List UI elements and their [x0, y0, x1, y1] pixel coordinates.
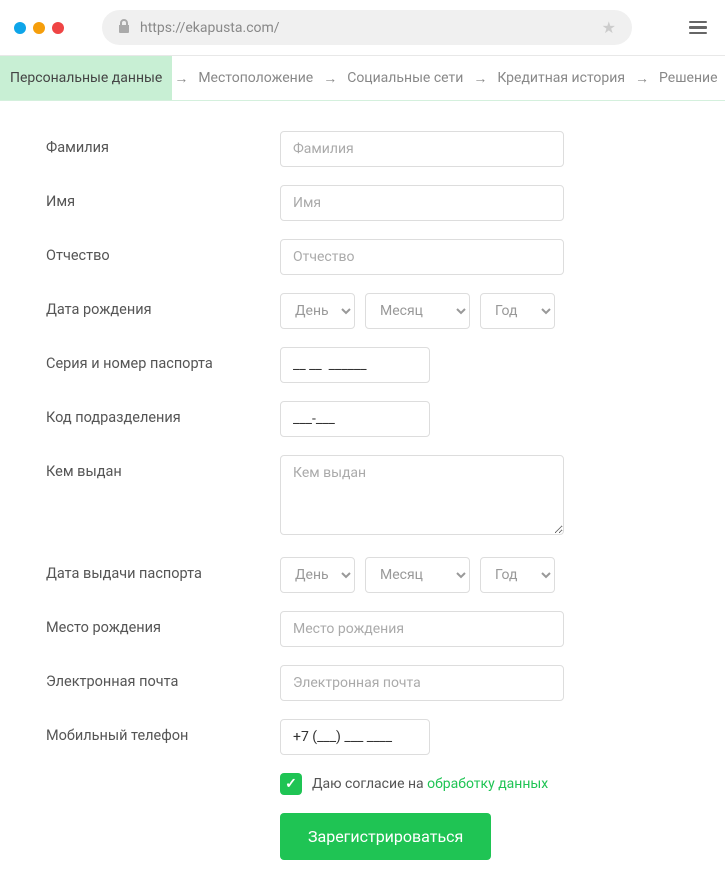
surname-label: Фамилия	[46, 131, 280, 156]
patronymic-input[interactable]	[280, 239, 564, 275]
step-credit-history[interactable]: Кредитная история	[489, 56, 633, 100]
surname-input[interactable]	[280, 131, 564, 167]
arrow-icon: →	[471, 70, 489, 87]
email-input[interactable]	[280, 665, 564, 701]
consent-checkbox[interactable]: ✓	[280, 773, 302, 795]
phone-input[interactable]	[280, 719, 430, 755]
issue-day-select[interactable]: День	[280, 557, 355, 593]
consent-link[interactable]: обработку данных	[427, 776, 548, 792]
birthplace-label: Место рождения	[46, 611, 280, 636]
birthplace-input[interactable]	[280, 611, 564, 647]
issue-month-select[interactable]: Месяц	[365, 557, 470, 593]
arrow-icon: →	[633, 70, 651, 87]
progress-steps: Персональные данные → Местоположение → С…	[0, 55, 725, 101]
division-input[interactable]	[280, 401, 430, 437]
step-decision[interactable]: Решение	[651, 56, 725, 100]
dob-year-select[interactable]: Год	[480, 293, 555, 329]
step-location[interactable]: Местоположение	[190, 56, 321, 100]
dob-day-select[interactable]: День	[280, 293, 355, 329]
bookmark-star-icon[interactable]: ★	[602, 18, 616, 37]
maximize-window-icon[interactable]	[52, 22, 64, 34]
hamburger-menu-icon[interactable]	[685, 17, 711, 39]
issuer-textarea[interactable]	[280, 455, 564, 535]
step-social[interactable]: Социальные сети	[339, 56, 471, 100]
arrow-icon: →	[321, 70, 339, 87]
email-label: Электронная почта	[46, 665, 280, 690]
division-label: Код подразделения	[46, 401, 280, 426]
passport-input[interactable]	[280, 347, 430, 383]
issuer-label: Кем выдан	[46, 455, 280, 480]
patronymic-label: Отчество	[46, 239, 280, 264]
close-window-icon[interactable]	[14, 22, 26, 34]
url-text: https://ekapusta.com/	[140, 20, 280, 36]
dob-month-select[interactable]: Месяц	[365, 293, 470, 329]
minimize-window-icon[interactable]	[33, 22, 45, 34]
name-label: Имя	[46, 185, 280, 210]
passport-label: Серия и номер паспорта	[46, 347, 280, 372]
name-input[interactable]	[280, 185, 564, 221]
address-bar[interactable]: https://ekapusta.com/ ★	[102, 10, 632, 45]
consent-text: Даю согласие на обработку данных	[312, 776, 548, 792]
dob-label: Дата рождения	[46, 293, 280, 318]
issue-date-label: Дата выдачи паспорта	[46, 557, 280, 582]
registration-form: Фамилия Имя Отчество Дата рождения День …	[0, 101, 725, 880]
issue-year-select[interactable]: Год	[480, 557, 555, 593]
step-personal-data[interactable]: Персональные данные	[0, 56, 172, 100]
browser-chrome: https://ekapusta.com/ ★	[0, 0, 725, 55]
lock-icon	[118, 19, 130, 37]
arrow-icon: →	[172, 70, 190, 87]
phone-label: Мобильный телефон	[46, 719, 280, 744]
window-controls	[14, 22, 64, 34]
